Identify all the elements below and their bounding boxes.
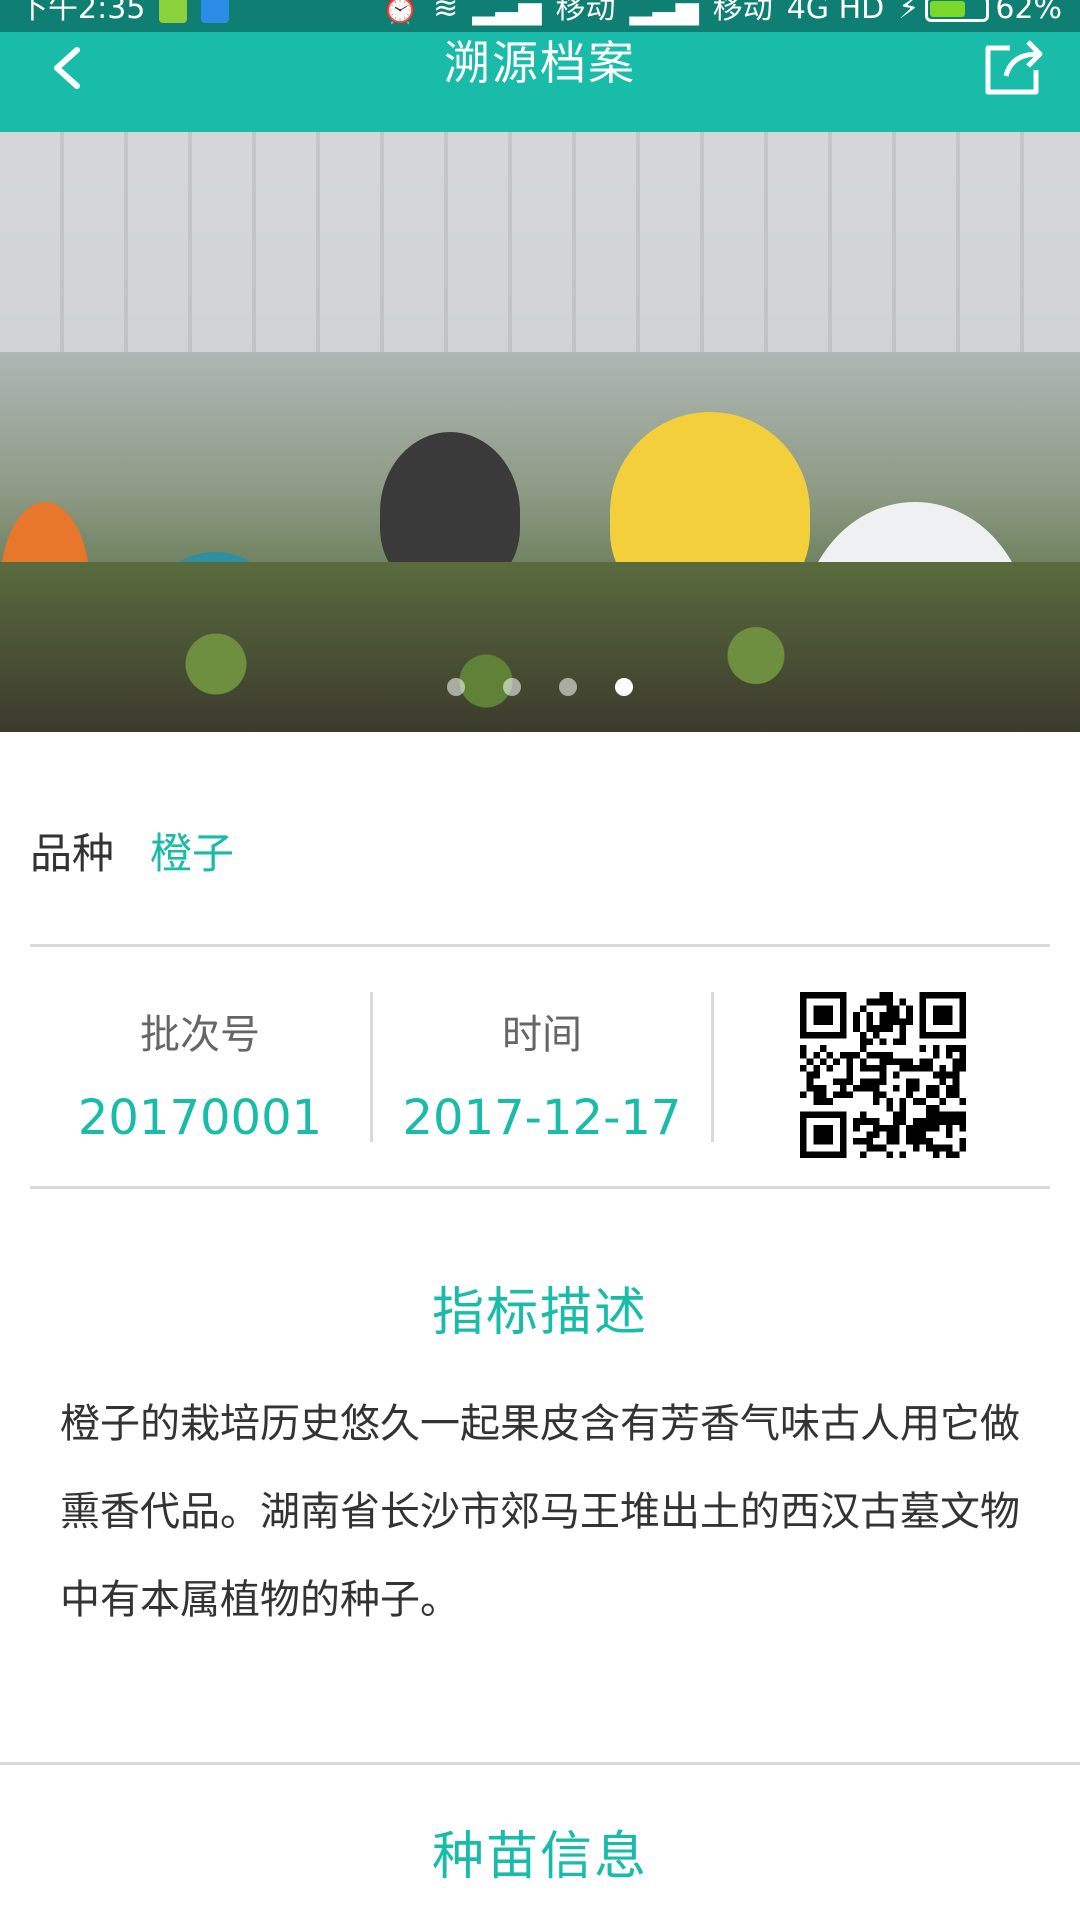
qr-code[interactable] (800, 992, 966, 1158)
share-button[interactable] (980, 34, 1048, 98)
notification-app-icon (159, 0, 188, 23)
banner-photo-background (0, 132, 1080, 352)
battery-indicator: ⚡ 62% (898, 0, 1062, 25)
network-type: 4G HD (786, 0, 885, 26)
variety-row: 品种 橙子 (30, 820, 234, 881)
title-bar: 溯源档案 (0, 32, 1080, 132)
battery-percent: 62% (995, 0, 1062, 26)
charging-icon: ⚡ (898, 0, 920, 26)
carousel-dot[interactable] (559, 678, 577, 696)
carousel-dot[interactable] (503, 678, 521, 696)
time-value: 2017-12-17 (402, 1090, 682, 1146)
variety-label: 品种 (30, 829, 115, 878)
carousel-indicator (0, 678, 1080, 696)
variety-value: 橙子 (150, 829, 235, 878)
wifi-icon: ≋ (433, 0, 459, 26)
notification-app-icon-2 (201, 0, 230, 23)
seedling-section-title: 种苗信息 (431, 1827, 648, 1887)
time-cell: 时间 2017-12-17 (373, 992, 711, 1146)
indicator-section-title: 指标描述 (431, 1283, 648, 1343)
signal-icon: ▂▃▅ (472, 0, 542, 26)
divider (30, 1186, 1050, 1189)
banner-photo-plant-bed (0, 562, 1080, 732)
batch-value: 20170001 (77, 1090, 323, 1146)
divider-vertical (711, 992, 714, 1142)
time-label: 时间 (502, 1012, 582, 1058)
share-icon (985, 40, 1043, 95)
carrier-1: 移动 (555, 0, 616, 26)
carrier-2: 移动 (712, 0, 773, 26)
carousel-dot[interactable] (615, 678, 633, 696)
divider (30, 944, 1050, 947)
carousel-dot[interactable] (447, 678, 465, 696)
status-bar: 下午2:35 ⏰ ≋ ▂▃▅ 移动 ▂▃▅ 移动 4G HD ⚡ 62% (0, 0, 1080, 32)
divider (0, 1762, 1080, 1765)
status-time: 下午2:35 (18, 0, 146, 26)
banner-carousel[interactable] (0, 132, 1080, 732)
page-title: 溯源档案 (444, 36, 636, 90)
alarm-icon: ⏰ (381, 0, 420, 26)
batch-cell: 批次号 20170001 (30, 992, 370, 1146)
batch-label: 批次号 (140, 1012, 260, 1058)
batch-info-row: 批次号 20170001 时间 2017-12-17 (30, 992, 1050, 1158)
signal-icon-2: ▂▃▅ (629, 0, 699, 26)
indicator-description: 橙子的栽培历史悠久一起果皮含有芳香气味古人用它做熏香代品。湖南省长沙市郊马王堆出… (60, 1401, 1020, 1623)
